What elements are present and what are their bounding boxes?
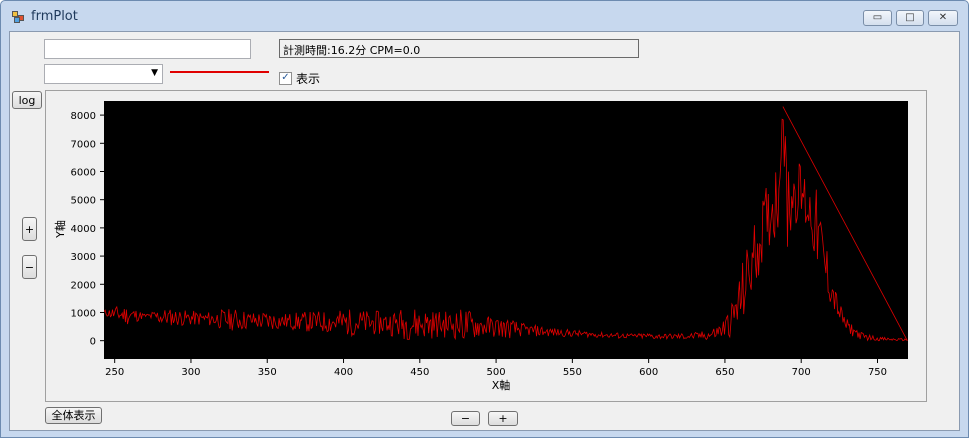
status-label: 計測時間:16.2分 CPM=0.0: [279, 39, 639, 58]
series-combo[interactable]: ▼: [44, 64, 163, 84]
text-input[interactable]: [44, 39, 251, 59]
x-tick-label: 550: [563, 367, 582, 378]
x-zoom-in-button[interactable]: +: [488, 411, 518, 426]
x-tick-label: 600: [639, 367, 658, 378]
y-tick-label: 4000: [71, 224, 96, 235]
y-zoom-out-button[interactable]: −: [22, 255, 37, 279]
maximize-button[interactable]: □: [896, 10, 924, 26]
x-tick-label: 750: [868, 367, 887, 378]
show-checkbox-label: 表示: [296, 71, 321, 86]
close-icon: ✕: [938, 12, 948, 23]
log-button[interactable]: log: [12, 91, 42, 109]
x-axis-label: X軸: [492, 378, 511, 392]
minimize-button[interactable]: ▭: [863, 10, 892, 26]
x-tick-label: 300: [181, 367, 200, 378]
x-tick-label: 700: [792, 367, 811, 378]
y-tick-label: 8000: [71, 111, 96, 122]
y-tick-label: 1000: [71, 308, 96, 319]
y-tick-label: 0: [90, 337, 96, 348]
x-tick-label: 400: [334, 367, 353, 378]
x-tick-label: 350: [258, 367, 277, 378]
y-tick-label: 2000: [71, 280, 96, 291]
y-tick-label: 3000: [71, 252, 96, 263]
checkmark-icon: ✓: [281, 72, 290, 83]
maximize-icon: □: [905, 12, 915, 23]
show-all-button[interactable]: 全体表示: [45, 407, 102, 424]
window-title: frmPlot: [31, 9, 78, 24]
y-tick-label: 6000: [71, 167, 96, 178]
y-tick-label: 5000: [71, 196, 96, 207]
chart-panel: 0 1000 2000 3000 4000 5000 6000 7000 8000 250 300 3…: [45, 90, 927, 402]
x-zoom-out-button[interactable]: −: [451, 411, 480, 426]
x-tick-label: 450: [410, 367, 429, 378]
spectrum-chart[interactable]: 0 1000 2000 3000 4000 5000 6000 7000 8000 250 300 3…: [46, 91, 926, 401]
close-button[interactable]: ✕: [928, 10, 958, 26]
show-checkbox[interactable]: ✓: [279, 71, 292, 85]
x-tick-label: 250: [105, 367, 124, 378]
series-color-swatch: [170, 71, 269, 73]
title-bar[interactable]: frmPlot ▭ □ ✕: [1, 1, 968, 31]
minimize-icon: ▭: [872, 12, 883, 23]
client-area: ▼ 計測時間:16.2分 CPM=0.0 ✓ 表示 log + − 0 1000 2…: [9, 31, 960, 431]
app-icon: [12, 11, 26, 23]
chevron-down-icon: ▼: [151, 68, 158, 78]
y-axis-label: Y軸: [53, 220, 67, 239]
show-checkbox-row[interactable]: ✓ 表示: [279, 70, 320, 86]
y-tick-label: 7000: [71, 139, 96, 150]
x-tick-label: 500: [487, 367, 506, 378]
plot-window: frmPlot ▭ □ ✕ ▼ 計測時間:16.2分 CPM=0.0 ✓ 表示 …: [0, 0, 969, 438]
y-zoom-in-button[interactable]: +: [22, 217, 37, 241]
x-tick-label: 650: [715, 367, 734, 378]
